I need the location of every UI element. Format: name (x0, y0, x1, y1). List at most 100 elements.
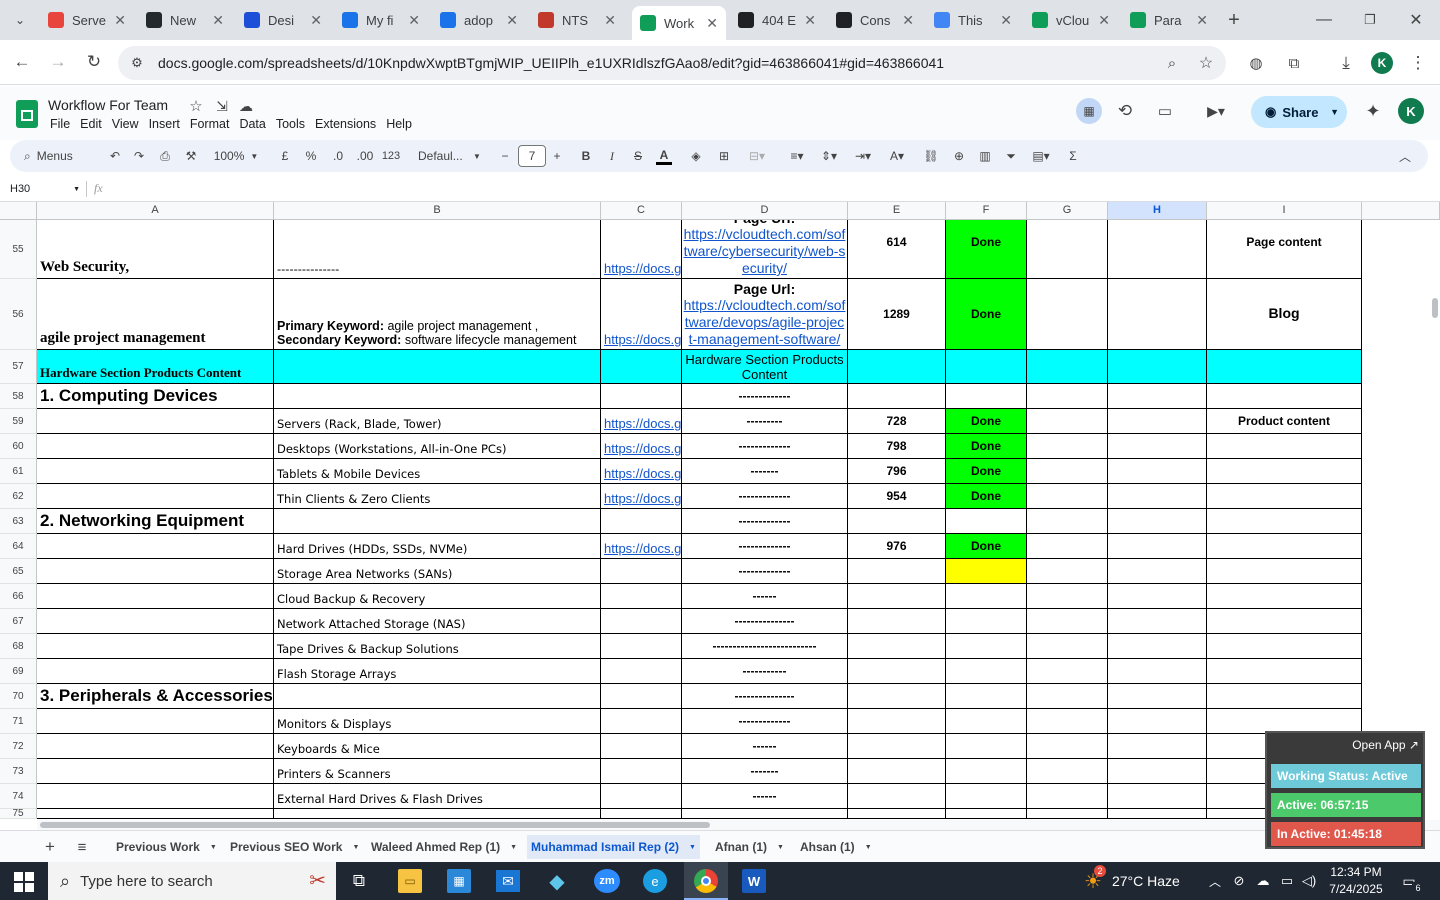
name-box[interactable]: H30 ▼ (10, 181, 80, 197)
cell-i[interactable] (1207, 559, 1362, 584)
paint-format-icon[interactable]: ⚒ (182, 147, 200, 165)
browser-tab[interactable]: NTS ✕ (530, 6, 624, 34)
cell-h[interactable] (1108, 659, 1207, 684)
cell-h[interactable] (1108, 509, 1207, 534)
cell-g[interactable] (1027, 759, 1108, 784)
menu-format[interactable]: Format (185, 117, 235, 133)
cell-d[interactable]: ------------- (682, 709, 848, 734)
cell-g[interactable] (1027, 384, 1108, 409)
cell-f[interactable]: Done (946, 534, 1027, 559)
cell-e[interactable] (848, 559, 946, 584)
cell-d[interactable]: ----------- (682, 659, 848, 684)
cell-a[interactable] (37, 409, 274, 434)
cell-f[interactable] (946, 784, 1027, 809)
wifi-icon[interactable]: ▭ (1278, 871, 1296, 891)
font-size-input[interactable]: 7 (518, 145, 546, 167)
sheets-logo-icon[interactable] (16, 100, 38, 128)
cloud-status-icon[interactable]: ☁ (236, 96, 256, 116)
cell-f[interactable] (946, 584, 1027, 609)
more-formats-button[interactable]: 123 (380, 147, 402, 165)
meet-video-icon[interactable]: ▶▾ (1198, 100, 1234, 122)
browser-tab[interactable]: 404 E ✕ (730, 6, 824, 34)
cell-e[interactable]: 954 (848, 484, 946, 509)
cell-a[interactable] (37, 609, 274, 634)
cell-i[interactable]: Blog (1207, 279, 1362, 350)
cell-f[interactable] (946, 634, 1027, 659)
italic-icon[interactable]: I (604, 147, 620, 165)
decrease-font-size-icon[interactable]: − (498, 147, 512, 165)
cell-g[interactable] (1027, 734, 1108, 759)
cell-e[interactable] (848, 784, 946, 809)
cell-c[interactable]: https://docs.g (601, 220, 682, 279)
column-header-a[interactable]: A (37, 202, 274, 220)
browser-tab[interactable]: adop ✕ (432, 6, 526, 34)
sheet-tab[interactable]: Previous SEO Work ▼ (226, 835, 363, 859)
cell-g[interactable] (1027, 434, 1108, 459)
cell-a[interactable] (37, 559, 274, 584)
restore-window-button[interactable]: ❐ (1358, 8, 1382, 32)
sheet-tab-menu-icon[interactable]: ▼ (689, 844, 696, 851)
cell-d[interactable]: ------------- (682, 534, 848, 559)
row-header[interactable]: 70 (0, 684, 37, 709)
cell-e[interactable] (848, 659, 946, 684)
cell-d[interactable]: ------------- (682, 509, 848, 534)
column-header-e[interactable]: E (848, 202, 946, 220)
address-bar[interactable]: ⚙ docs.google.com/spreadsheets/d/10Knpdw… (118, 46, 1226, 80)
close-tab-icon[interactable]: ✕ (310, 12, 322, 29)
cell-i[interactable] (1207, 609, 1362, 634)
tab-search-chevron-icon[interactable]: ⌄ (8, 10, 32, 30)
close-tab-icon[interactable]: ✕ (804, 12, 816, 29)
cell-f[interactable] (946, 759, 1027, 784)
cell-h[interactable] (1108, 709, 1207, 734)
undo-icon[interactable]: ↶ (106, 147, 124, 165)
onedrive-icon[interactable]: ☁ (1254, 871, 1272, 891)
cell-i[interactable] (1207, 659, 1362, 684)
text-wrapping-icon[interactable]: ⇥▾ (850, 147, 876, 165)
cell-h[interactable] (1108, 734, 1207, 759)
show-hidden-icons[interactable]: ︿ (1206, 871, 1224, 891)
browser-tab[interactable]: Para ✕ (1122, 6, 1216, 34)
file-explorer-icon[interactable]: ▭ (398, 869, 422, 893)
cell-g[interactable] (1027, 659, 1108, 684)
cell-f[interactable]: Done (946, 409, 1027, 434)
cell-g[interactable] (1027, 484, 1108, 509)
cell-e[interactable]: 614 (848, 220, 946, 279)
browser-tab[interactable]: Cons ✕ (828, 6, 922, 34)
row-header[interactable]: 73 (0, 759, 37, 784)
cell-e[interactable]: 728 (848, 409, 946, 434)
zoom-app-icon[interactable]: zm (594, 869, 620, 893)
cell-h[interactable] (1108, 384, 1207, 409)
cell-a[interactable] (37, 584, 274, 609)
currency-format-button[interactable]: £ (278, 147, 292, 165)
extension-globe-icon[interactable]: ◍ (1244, 51, 1268, 75)
share-dropdown-icon[interactable]: ▼ (1330, 107, 1339, 117)
cell-g[interactable] (1027, 459, 1108, 484)
collapse-toolbar-icon[interactable]: ︿ (1396, 147, 1414, 165)
cell-d[interactable]: ------ (682, 584, 848, 609)
cell-d[interactable]: ------------- (682, 559, 848, 584)
formula-input[interactable] (118, 179, 1418, 199)
cell-a[interactable] (37, 734, 274, 759)
insert-chart-icon[interactable]: ▥ (976, 147, 994, 165)
merge-cells-icon[interactable]: ⊟▾ (744, 147, 770, 165)
cell-f[interactable] (946, 609, 1027, 634)
move-folder-icon[interactable]: ⇲ (212, 96, 232, 116)
site-info-icon[interactable]: ⚙ (128, 54, 146, 72)
cell-b[interactable]: Printers & Scanners (274, 759, 601, 784)
cell-a[interactable]: 1. Computing Devices (37, 384, 274, 409)
browser-menu-icon[interactable]: ⋮ (1406, 51, 1430, 75)
cell-a[interactable] (37, 484, 274, 509)
row-header[interactable]: 69 (0, 659, 37, 684)
download-icon[interactable]: ⤓ (1334, 51, 1358, 75)
column-header-c[interactable]: C (601, 202, 682, 220)
cell-b[interactable] (274, 684, 601, 709)
browser-tab[interactable]: This ✕ (926, 6, 1020, 34)
cell-i[interactable] (1207, 684, 1362, 709)
menu-tools[interactable]: Tools (271, 117, 310, 133)
cell-a[interactable] (37, 459, 274, 484)
close-tab-icon[interactable]: ✕ (212, 12, 224, 29)
cell-c[interactable]: https://docs.g (601, 279, 682, 350)
cell-d[interactable]: ------------- (682, 484, 848, 509)
task-view-icon[interactable]: ⧉ (348, 870, 370, 892)
cell-h[interactable] (1108, 759, 1207, 784)
